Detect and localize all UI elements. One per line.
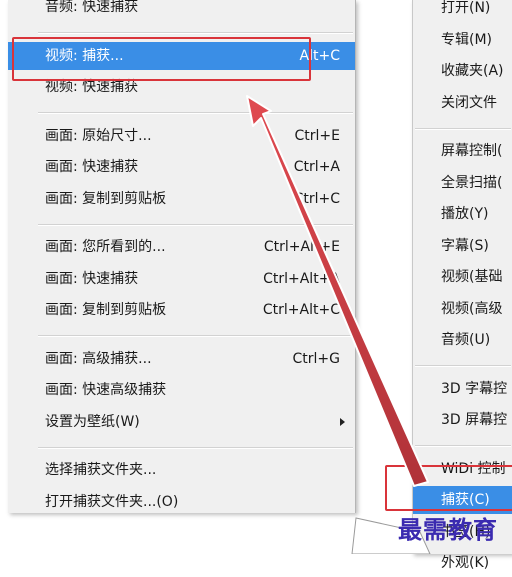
red-arrow-icon — [246, 95, 429, 487]
watermark: 最需教育 — [398, 515, 498, 544]
annotation-arrow — [246, 95, 429, 487]
